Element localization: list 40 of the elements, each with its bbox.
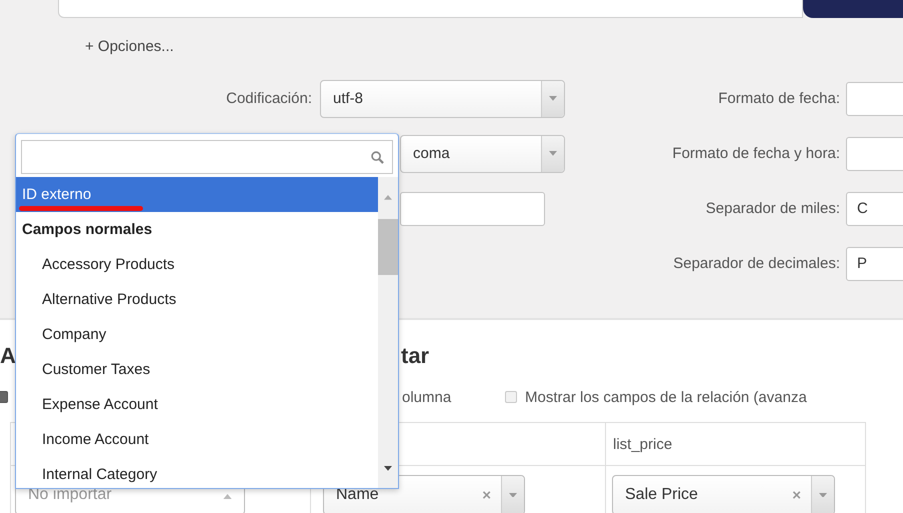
search-icon [371,150,384,164]
scroll-down-icon [384,466,392,471]
checkbox-label: Mostrar los campos de la relación (avanza [525,388,807,406]
select-field[interactable]: coma [400,134,565,172]
caret-icon [549,96,557,101]
dropdown-option[interactable]: Income Account [16,422,378,457]
scroll-up-icon [384,195,392,200]
file-field[interactable] [58,0,803,18]
input-field[interactable] [846,136,903,170]
dropdown-option[interactable]: Customer Taxes [16,352,378,387]
field-select[interactable]: Sale Price × [612,475,835,513]
select-field[interactable]: utf-8 [320,80,565,118]
dropdown-option[interactable]: Accessory Products [16,247,378,282]
dropdown-option[interactable]: ID externo [16,177,378,212]
section-heading: A [0,342,16,370]
checkbox-label: olumna [402,388,452,406]
dropdown-option[interactable]: Alternative Products [16,282,378,317]
scrollbar[interactable] [378,177,398,488]
caret-icon [549,151,557,156]
input-field[interactable]: P [846,246,903,280]
field-label: Formato de fecha: [718,90,841,107]
input-field[interactable] [846,82,903,116]
field-label: Separador de decimales: [673,255,841,272]
caret-icon [509,492,517,498]
search-field[interactable] [21,140,393,174]
input-field[interactable]: C [846,192,903,226]
section-heading: tar [401,342,430,370]
field-label: Codificación: [226,90,313,107]
dropdown-option[interactable]: Expense Account [16,387,378,422]
input-field[interactable] [400,192,545,226]
load-button[interactable] [803,0,903,18]
dropdown-option[interactable]: Company [16,317,378,352]
option-group-heading: Campos normales [21,220,154,240]
column-header-text: list_price [613,436,672,452]
field-label: Formato de fecha y hora: [672,145,841,162]
field-label: Separador de miles: [706,200,841,217]
caret-icon [223,494,232,499]
options-link[interactable]: + Opciones... [85,37,174,57]
caret-icon [819,492,827,498]
scroll-thumb[interactable] [378,219,398,275]
